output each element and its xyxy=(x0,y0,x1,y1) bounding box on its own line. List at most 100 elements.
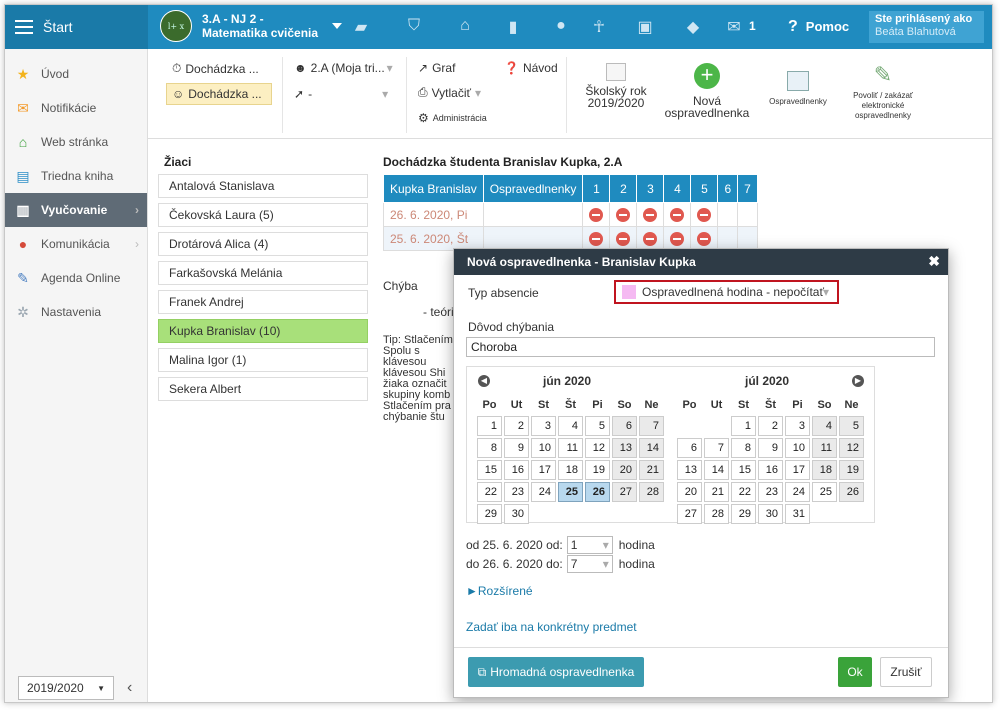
mail-icon[interactable]: ✉ xyxy=(723,17,745,37)
day-cell[interactable]: 5 xyxy=(585,416,610,436)
day-cell[interactable]: 13 xyxy=(677,460,702,480)
day-cell[interactable]: 7 xyxy=(639,416,664,436)
day-cell-selected[interactable]: 26 xyxy=(585,482,610,502)
sidebar-item-vyucovanie[interactable]: ▥ Vyučovanie › xyxy=(5,193,147,227)
day-cell[interactable]: 26 xyxy=(839,482,864,502)
day-cell[interactable]: 24 xyxy=(531,482,556,502)
student-item[interactable]: Antalová Stanislava xyxy=(158,174,368,198)
sidebar-item-web[interactable]: ⌂ Web stránka xyxy=(5,125,147,159)
day-cell[interactable]: 4 xyxy=(812,416,837,436)
user-box[interactable]: Ste prihlásený ako Beáta Blahutová xyxy=(869,11,984,43)
day-cell[interactable]: 20 xyxy=(677,482,702,502)
zadat-link[interactable]: Zadať iba na konkrétny predmet xyxy=(466,620,637,634)
day-cell[interactable]: 30 xyxy=(504,504,529,524)
absent-icon[interactable] xyxy=(670,231,685,246)
day-cell[interactable]: 18 xyxy=(812,460,837,480)
day-cell[interactable]: 3 xyxy=(785,416,810,436)
ospravedlnenky-button[interactable]: Ospravedlnenky xyxy=(762,71,834,107)
to-hour-select[interactable]: 7 xyxy=(566,555,613,573)
day-cell[interactable]: 7 xyxy=(704,438,729,458)
day-cell[interactable]: 19 xyxy=(585,460,610,480)
day-cell[interactable]: 2 xyxy=(758,416,783,436)
day-cell[interactable]: 14 xyxy=(639,438,664,458)
day-cell[interactable]: 20 xyxy=(612,460,637,480)
absent-icon[interactable] xyxy=(670,207,685,222)
day-cell[interactable]: 12 xyxy=(585,438,610,458)
sidebar-item-komunikacia[interactable]: ● Komunikácia › xyxy=(5,227,147,261)
subgroup-select[interactable]: ➚ - ▾ xyxy=(294,87,388,101)
day-cell[interactable]: 2 xyxy=(504,416,529,436)
day-cell[interactable]: 28 xyxy=(704,504,729,524)
day-cell[interactable]: 28 xyxy=(639,482,664,502)
day-cell[interactable]: 22 xyxy=(477,482,502,502)
day-cell[interactable]: 21 xyxy=(639,460,664,480)
sidebar-item-uvod[interactable]: ★ Úvod xyxy=(5,57,147,91)
day-cell[interactable]: 27 xyxy=(612,482,637,502)
day-cell[interactable]: 17 xyxy=(531,460,556,480)
people-icon[interactable]: ☥ xyxy=(588,17,610,37)
absent-icon[interactable] xyxy=(589,207,604,222)
sidebar-item-agenda[interactable]: ✎ Agenda Online xyxy=(5,261,147,295)
close-icon[interactable]: ✖ xyxy=(928,253,940,270)
day-cell[interactable]: 17 xyxy=(785,460,810,480)
day-cell[interactable]: 16 xyxy=(758,460,783,480)
day-cell[interactable]: 18 xyxy=(558,460,583,480)
absent-icon[interactable] xyxy=(643,231,658,246)
day-cell-selected[interactable]: 25 xyxy=(558,482,583,502)
day-cell[interactable]: 15 xyxy=(477,460,502,480)
help-button[interactable]: ? Pomoc xyxy=(788,18,849,36)
day-cell[interactable]: 11 xyxy=(558,438,583,458)
day-cell[interactable]: 1 xyxy=(731,416,756,436)
day-cell[interactable]: 23 xyxy=(504,482,529,502)
graf-button[interactable]: ↗ Graf xyxy=(418,61,455,75)
typ-absencie-select[interactable]: Ospravedlnená hodina - nepočítať xyxy=(614,280,839,304)
student-item[interactable]: Malina Igor (1) xyxy=(158,348,368,372)
administracia-button[interactable]: ⚙ Administrácia xyxy=(418,111,487,125)
day-cell[interactable]: 23 xyxy=(758,482,783,502)
day-cell[interactable]: 8 xyxy=(477,438,502,458)
student-item[interactable]: Farkašovská Melánia xyxy=(158,261,368,285)
student-item[interactable]: Drotárová Alica (4) xyxy=(158,232,368,256)
dochadzka-tool-2[interactable]: ☺ Dochádzka ... xyxy=(172,87,262,101)
day-cell[interactable]: 30 xyxy=(758,504,783,524)
sidebar-item-notifikacie[interactable]: ✉ Notifikácie xyxy=(5,91,147,125)
dovod-input[interactable]: Choroba xyxy=(466,337,935,357)
day-cell[interactable]: 13 xyxy=(612,438,637,458)
briefcase-icon[interactable]: ▰ xyxy=(350,17,372,37)
ok-button[interactable]: Ok xyxy=(838,657,872,687)
day-cell[interactable]: 27 xyxy=(677,504,702,524)
day-cell[interactable]: 4 xyxy=(558,416,583,436)
chart-icon[interactable]: ▮ xyxy=(502,17,524,37)
absent-icon[interactable] xyxy=(616,207,631,222)
shield-icon[interactable]: ⛉ xyxy=(403,17,425,35)
bank-icon[interactable]: ⌂ xyxy=(454,17,476,35)
day-cell[interactable]: 25 xyxy=(812,482,837,502)
absent-icon[interactable] xyxy=(616,231,631,246)
day-cell[interactable]: 9 xyxy=(758,438,783,458)
day-cell[interactable]: 5 xyxy=(839,416,864,436)
presentation-icon[interactable]: ▣ xyxy=(634,17,656,37)
day-cell[interactable]: 3 xyxy=(531,416,556,436)
rozsirene-link[interactable]: ►Rozšírené xyxy=(466,584,533,598)
student-item-selected[interactable]: Kupka Branislav (10) xyxy=(158,319,368,343)
povolit-button[interactable]: ✎ Povoliť / zakázať elektronické ospravedln… xyxy=(840,63,926,121)
day-cell[interactable]: 1 xyxy=(477,416,502,436)
day-cell[interactable]: 22 xyxy=(731,482,756,502)
absent-icon[interactable] xyxy=(697,207,712,222)
day-cell[interactable]: 29 xyxy=(731,504,756,524)
day-cell[interactable]: 6 xyxy=(612,416,637,436)
group-select[interactable]: ☻ 2.A (Moja tri... ▾ xyxy=(294,61,393,75)
hromadna-button[interactable]: ⧉ Hromadná ospravedlnenka xyxy=(468,657,644,687)
navod-button[interactable]: ❓ Návod xyxy=(504,61,558,75)
from-hour-select[interactable]: 1 xyxy=(566,536,613,554)
student-item[interactable]: Sekera Albert xyxy=(158,377,368,401)
day-cell[interactable]: 6 xyxy=(677,438,702,458)
student-item[interactable]: Čekovská Laura (5) xyxy=(158,203,368,227)
nova-ospravedlnenka-button[interactable]: + Nová ospravedlnenka xyxy=(664,63,750,120)
day-cell[interactable]: 12 xyxy=(839,438,864,458)
absent-icon[interactable] xyxy=(643,207,658,222)
palette-icon[interactable]: ● xyxy=(550,17,572,35)
day-cell[interactable]: 9 xyxy=(504,438,529,458)
day-cell[interactable]: 14 xyxy=(704,460,729,480)
dochadzka-tool-1[interactable]: ⏱ Dochádzka ... xyxy=(172,61,259,76)
